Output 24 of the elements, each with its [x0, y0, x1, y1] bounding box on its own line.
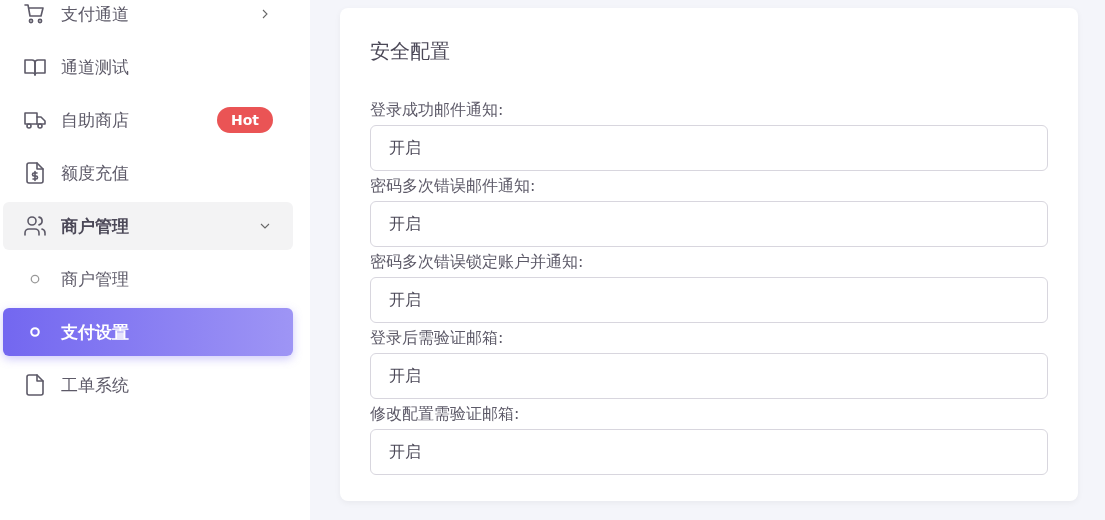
sidebar-item[interactable]: 支付设置 [3, 308, 293, 356]
input-field[interactable]: 开启 [370, 429, 1048, 475]
hot-badge: Hot [216, 107, 273, 133]
sidebar-item[interactable]: 工单系统 [3, 361, 293, 409]
input-field[interactable]: 开启 [370, 125, 1048, 171]
field-label: 密码多次错误锁定账户并通知: [370, 251, 585, 273]
cart-icon [23, 2, 47, 26]
field-label: 修改配置需验证邮箱: [370, 403, 521, 425]
document-icon [23, 373, 47, 397]
input-field[interactable]: 开启 [370, 201, 1048, 247]
field-label: 密码多次错误邮件通知: [370, 175, 537, 197]
sidebar-item[interactable]: 商户管理 [3, 255, 293, 303]
card-title: 安全配置 [370, 38, 451, 65]
input-field[interactable]: 开启 [370, 353, 1048, 399]
field-label: 登录成功邮件通知: [370, 99, 505, 121]
document-dollar-icon [23, 161, 47, 185]
users-icon [23, 214, 47, 238]
sidebar-item[interactable]: 支付通道 [3, 0, 293, 38]
input-field[interactable]: 开启 [370, 277, 1048, 323]
sidebar-item[interactable]: 自助商店 Hot [3, 96, 293, 144]
sidebar-item[interactable]: 额度充值 [3, 149, 293, 197]
field-label: 登录后需验证邮箱: [370, 327, 505, 349]
sidebar-item[interactable]: 通道测试 [3, 43, 293, 91]
sidebar-item[interactable]: 商户管理 [3, 202, 293, 250]
